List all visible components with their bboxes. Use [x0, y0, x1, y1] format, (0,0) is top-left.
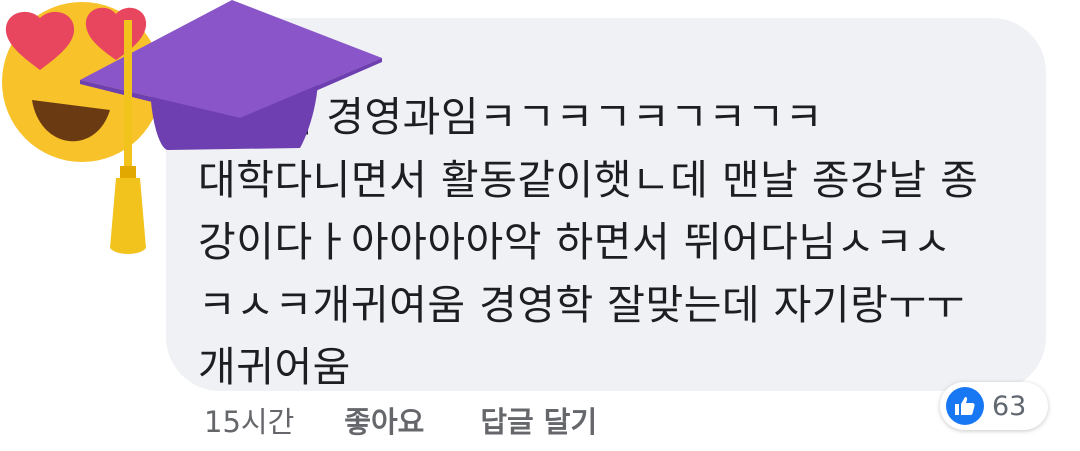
reaction-count: 63: [992, 390, 1027, 422]
comment-timestamp[interactable]: 15시간: [204, 399, 294, 441]
like-button[interactable]: 좋아요: [344, 399, 424, 441]
thumbs-up-icon: [946, 387, 984, 425]
reaction-badge[interactable]: 63: [940, 382, 1048, 430]
comment-screen: 동국대 경영과임ㅋㄱㅋㄱㅋㄱㅋㄱㅋ 대학다니면서 활동같이햇ㄴ데 맨날 종강날 …: [0, 0, 1080, 451]
avatar[interactable]: [0, 0, 400, 270]
reply-button[interactable]: 답글 달기: [480, 399, 597, 441]
comment-actions: 15시간 좋아요 답글 달기: [204, 398, 597, 442]
graduation-cap-icon: [80, 0, 382, 254]
